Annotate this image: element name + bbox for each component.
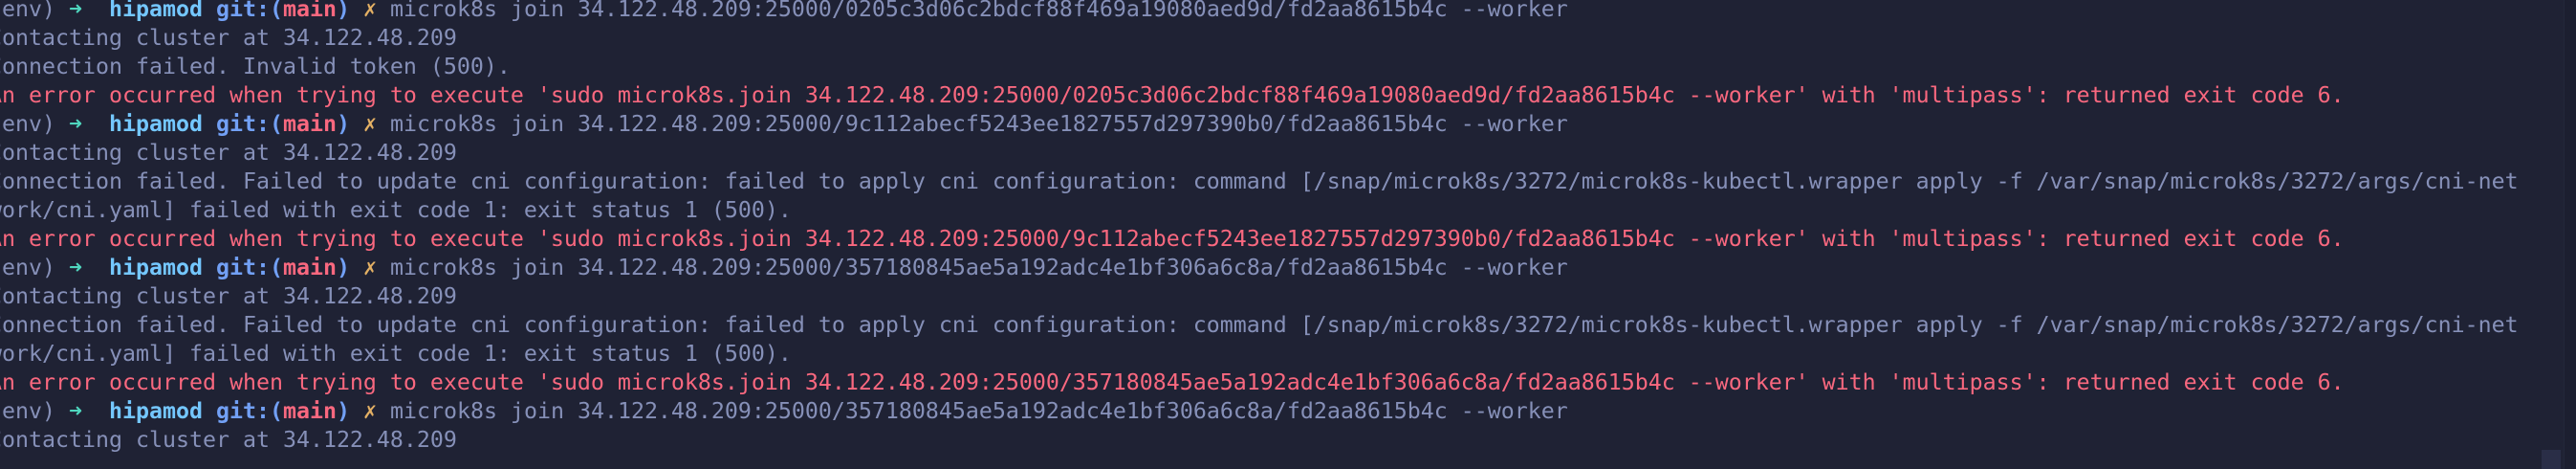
git-dirty-icon: ✗ [362, 0, 377, 22]
git-label: git:( [215, 255, 283, 280]
output-line: Connection failed. Failed to update cni … [0, 168, 2565, 196]
text-segment [82, 398, 109, 424]
prompt-directory: hipamod [109, 255, 203, 280]
prompt-line: (env) ➜ hipamod git:(main) ✗ microk8s jo… [0, 254, 2565, 282]
text-segment: (env) [0, 255, 55, 280]
text-segment: Connection failed. Failed to update cni … [0, 168, 2519, 194]
output-line: work/cni.yaml] failed with exit code 1: … [0, 340, 2565, 368]
text-segment [203, 111, 216, 137]
text-segment: Connection failed. Invalid token (500). [0, 54, 511, 79]
text-segment [82, 111, 109, 137]
text-segment: (env) [0, 398, 55, 424]
prompt-line: (env) ➜ hipamod git:(main) ✗ microk8s jo… [0, 110, 2565, 139]
prompt-arrow-icon: ➜ [69, 0, 82, 22]
text-segment [82, 255, 109, 280]
text-segment: Connection failed. Failed to update cni … [0, 312, 2519, 338]
git-dirty-icon: ✗ [362, 111, 377, 137]
prompt-arrow-icon: ➜ [69, 255, 82, 280]
text-segment [350, 398, 363, 424]
prompt-line: (env) ➜ hipamod git:(main) ✗ microk8s jo… [0, 397, 2565, 426]
git-dirty-icon: ✗ [362, 398, 377, 424]
text-segment [350, 111, 363, 137]
text-segment: work/cni.yaml] failed with exit code 1: … [0, 341, 792, 367]
text-segment [203, 398, 216, 424]
output-line: Contacting cluster at 34.122.48.209 [0, 139, 2565, 168]
text-segment [350, 0, 363, 22]
git-label: ) [336, 111, 350, 137]
text-segment: (env) [0, 0, 55, 22]
error-text: An error occurred when trying to execute… [0, 226, 2345, 252]
text-segment: Contacting cluster at 34.122.48.209 [0, 25, 457, 51]
output-line: Contacting cluster at 34.122.48.209 [0, 426, 2565, 455]
git-label: git:( [215, 111, 283, 137]
prompt-line: (env) ➜ hipamod git:(main) ✗ microk8s jo… [0, 0, 2565, 24]
vertical-scrollbar[interactable] [2564, 0, 2576, 469]
text-segment [203, 0, 216, 22]
output-line: Connection failed. Invalid token (500). [0, 53, 2565, 81]
output-line: work/cni.yaml] failed with exit code 1: … [0, 196, 2565, 225]
text-segment: Contacting cluster at 34.122.48.209 [0, 283, 457, 309]
git-label: git:( [215, 0, 283, 22]
git-label: git:( [215, 398, 283, 424]
error-text: An error occurred when trying to execute… [0, 369, 2345, 395]
git-branch: main [282, 398, 337, 424]
git-dirty-icon: ✗ [362, 255, 377, 280]
prompt-arrow-icon: ➜ [69, 111, 82, 137]
text-segment: microk8s join 34.122.48.209:25000/357180… [376, 255, 1568, 280]
scrollbar-thumb[interactable] [2542, 450, 2561, 469]
text-segment: microk8s join 34.122.48.209:25000/357180… [376, 398, 1568, 424]
output-line: Contacting cluster at 34.122.48.209 [0, 282, 2565, 311]
git-label: ) [336, 398, 350, 424]
text-segment: Contacting cluster at 34.122.48.209 [0, 427, 457, 453]
text-segment: (env) [0, 111, 55, 137]
git-branch: main [282, 0, 337, 22]
terminal-output[interactable]: (env) ➜ hipamod git:(main) ✗ microk8s jo… [0, 0, 2565, 455]
output-line: Connection failed. Failed to update cni … [0, 311, 2565, 340]
prompt-directory: hipamod [109, 111, 203, 137]
git-label: ) [336, 0, 350, 22]
text-segment [203, 255, 216, 280]
git-label: ) [336, 255, 350, 280]
error-text: An error occurred when trying to execute… [0, 82, 2345, 108]
text-segment: Contacting cluster at 34.122.48.209 [0, 140, 457, 166]
output-line: Contacting cluster at 34.122.48.209 [0, 24, 2565, 53]
text-segment: microk8s join 34.122.48.209:25000/9c112a… [376, 111, 1568, 137]
prompt-directory: hipamod [109, 0, 203, 22]
error-line: An error occurred when trying to execute… [0, 81, 2565, 110]
text-segment [350, 255, 363, 280]
prompt-arrow-icon: ➜ [69, 398, 82, 424]
text-segment: microk8s join 34.122.48.209:25000/0205c3… [376, 0, 1568, 22]
error-line: An error occurred when trying to execute… [0, 368, 2565, 397]
git-branch: main [282, 255, 337, 280]
error-line: An error occurred when trying to execute… [0, 225, 2565, 254]
text-segment [82, 0, 109, 22]
prompt-directory: hipamod [109, 398, 203, 424]
text-segment: work/cni.yaml] failed with exit code 1: … [0, 197, 792, 223]
git-branch: main [282, 111, 337, 137]
